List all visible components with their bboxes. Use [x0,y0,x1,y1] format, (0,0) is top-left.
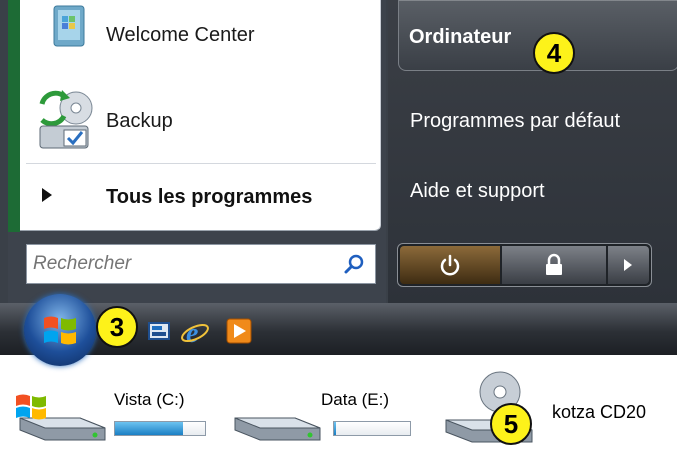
callout-badge-3: 3 [96,306,138,348]
lock-icon [546,253,562,275]
power-icon [440,254,460,276]
power-button-group [397,243,652,287]
left-accent-strip [8,0,20,232]
backup-icon [39,90,93,149]
all-programs-label: Tous les programmes [106,186,313,208]
drive-label-cd: kotza CD20 [552,402,647,422]
hard-drive-icon [234,417,321,441]
divider [26,163,376,164]
drive-item-vista[interactable]: Vista (C:) [10,380,210,450]
windows-logo-icon [44,316,76,345]
backup-label: Backup [106,110,173,132]
drive-usage-fill-data [334,422,337,435]
shutdown-options-button[interactable] [608,246,649,284]
callout-badge-5: 5 [490,403,532,445]
internet-explorer-icon[interactable]: e [180,318,210,346]
drive-label-vista: Vista (C:) [114,390,185,409]
drive-item-cd[interactable]: kotza CD20 [440,370,677,450]
program-item-welcome-center[interactable]: Welcome Center [20,0,380,80]
drive-item-data[interactable]: Data (E:) [225,380,425,450]
drive-label-data: Data (E:) [321,390,390,409]
arrow-right-icon [624,259,632,271]
search-icon[interactable] [343,253,365,275]
default-programs-link[interactable]: Programmes par défaut [410,110,620,133]
lock-button[interactable] [502,246,606,284]
drive-usage-fill-vista [115,422,183,435]
help-support-link[interactable]: Aide et support [410,180,545,203]
all-programs-button[interactable]: Tous les programmes [20,168,380,220]
start-orb-button[interactable] [24,294,96,366]
search-input[interactable] [33,251,333,277]
program-item-backup[interactable]: Backup [20,82,380,162]
welcome-center-icon [53,5,85,47]
triangle-right-icon [42,188,52,202]
media-player-icon[interactable] [226,318,252,344]
welcome-center-label: Welcome Center [106,24,255,46]
power-button[interactable] [400,246,500,284]
drive-usage-bar-vista [114,421,206,436]
computer-label: Ordinateur [409,26,512,48]
search-box [26,244,376,284]
show-desktop-icon[interactable] [148,320,172,342]
callout-badge-4: 4 [533,32,575,74]
programs-panel: Welcome Center Backup Tous les programme… [20,0,381,231]
drive-usage-bar-data [333,421,411,436]
windows-drive-icon [16,394,106,441]
